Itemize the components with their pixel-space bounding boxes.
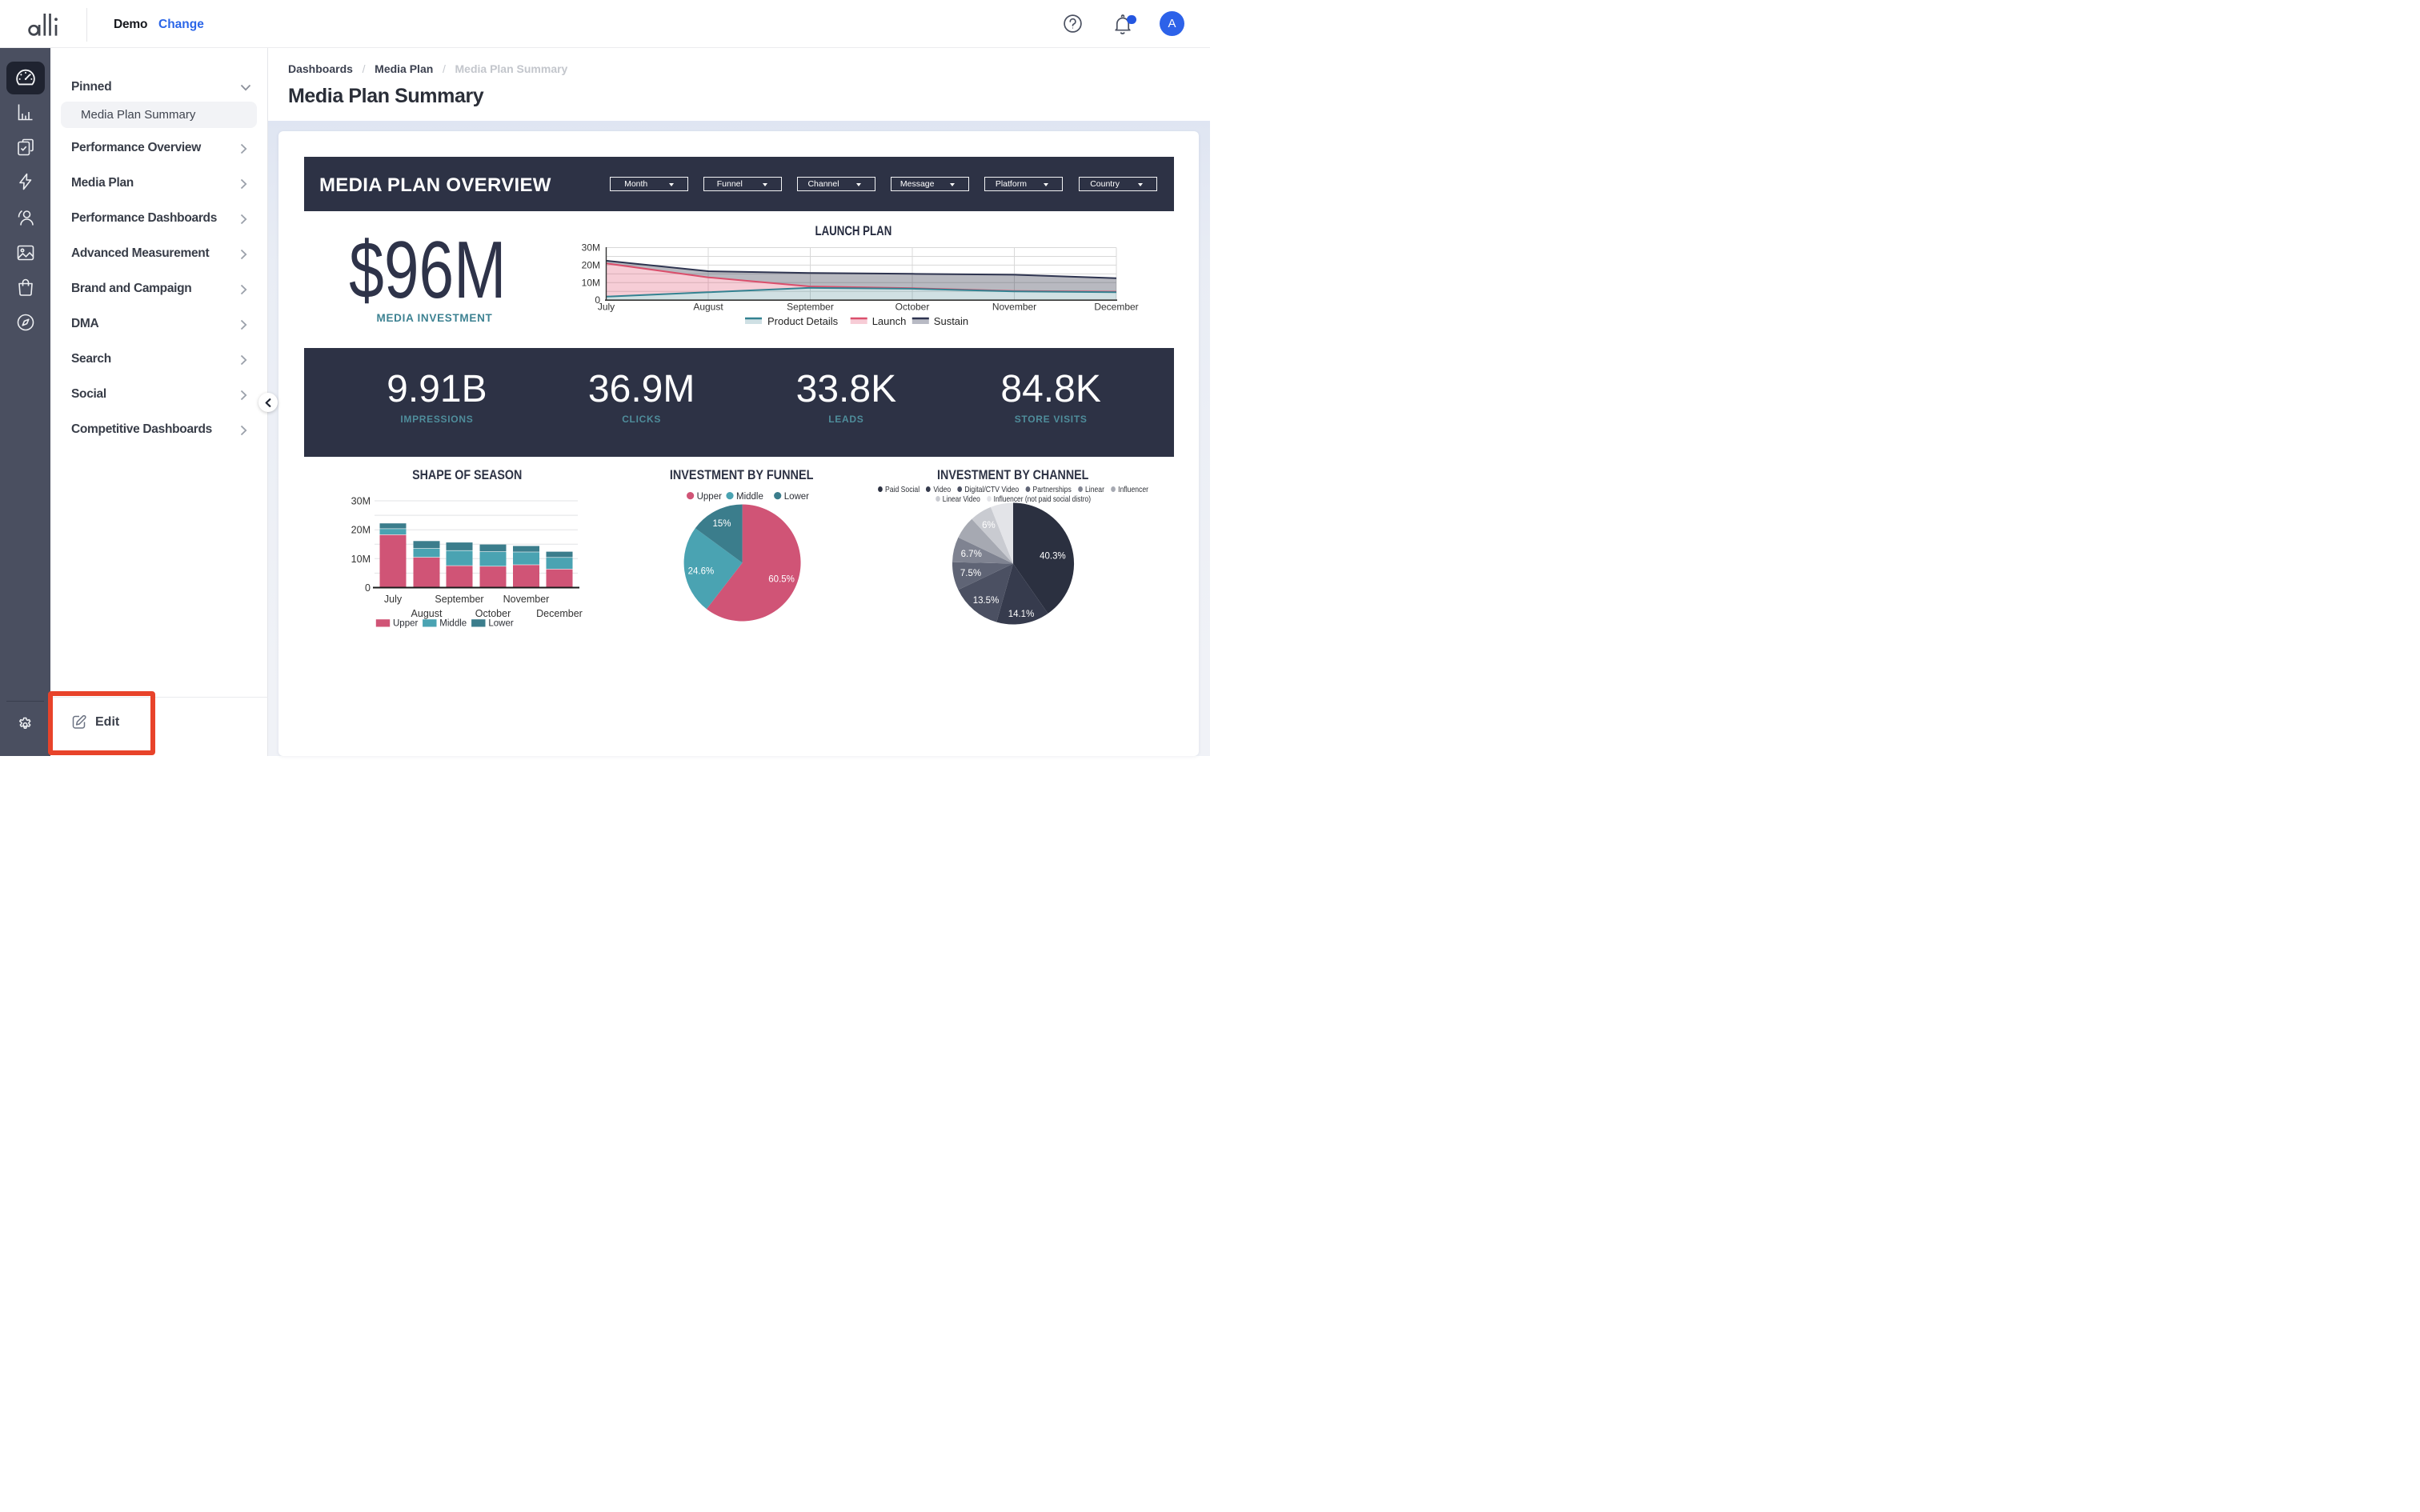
svg-text:60.5%: 60.5% xyxy=(768,575,795,585)
svg-text:Lower: Lower xyxy=(488,619,513,629)
svg-text:July: July xyxy=(598,302,615,313)
svg-text:Product Details: Product Details xyxy=(767,315,839,327)
svg-text:30M: 30M xyxy=(582,242,600,254)
svg-text:Launch: Launch xyxy=(872,315,907,327)
svg-text:December: December xyxy=(536,608,583,619)
svg-text:November: November xyxy=(503,594,550,605)
svg-text:Lower: Lower xyxy=(784,492,809,502)
svg-text:September: September xyxy=(787,302,834,313)
svg-text:10M: 10M xyxy=(582,277,600,288)
svg-text:0: 0 xyxy=(365,582,371,594)
svg-text:13.5%: 13.5% xyxy=(973,596,1000,606)
svg-text:6.7%: 6.7% xyxy=(961,550,982,559)
svg-text:October: October xyxy=(895,302,930,313)
svg-text:September: September xyxy=(435,594,483,605)
svg-text:August: August xyxy=(693,302,723,313)
svg-text:October: October xyxy=(475,608,511,619)
svg-text:7.5%: 7.5% xyxy=(960,569,981,578)
svg-text:Middle: Middle xyxy=(736,492,763,502)
svg-text:Upper: Upper xyxy=(393,619,418,629)
svg-text:24.6%: 24.6% xyxy=(688,566,715,576)
svg-text:20M: 20M xyxy=(351,525,371,536)
svg-text:November: November xyxy=(992,302,1036,313)
svg-text:20M: 20M xyxy=(582,259,600,270)
svg-text:Middle: Middle xyxy=(439,619,467,629)
svg-text:30M: 30M xyxy=(351,496,371,507)
svg-text:August: August xyxy=(411,608,443,619)
svg-text:15%: 15% xyxy=(712,519,731,529)
svg-text:14.1%: 14.1% xyxy=(1008,610,1035,619)
svg-text:July: July xyxy=(384,594,403,605)
svg-text:December: December xyxy=(1094,302,1138,313)
svg-text:6%: 6% xyxy=(982,521,996,530)
svg-text:10M: 10M xyxy=(351,554,371,565)
svg-text:Sustain: Sustain xyxy=(934,315,968,327)
svg-text:Upper: Upper xyxy=(697,492,722,502)
svg-text:40.3%: 40.3% xyxy=(1040,552,1066,562)
